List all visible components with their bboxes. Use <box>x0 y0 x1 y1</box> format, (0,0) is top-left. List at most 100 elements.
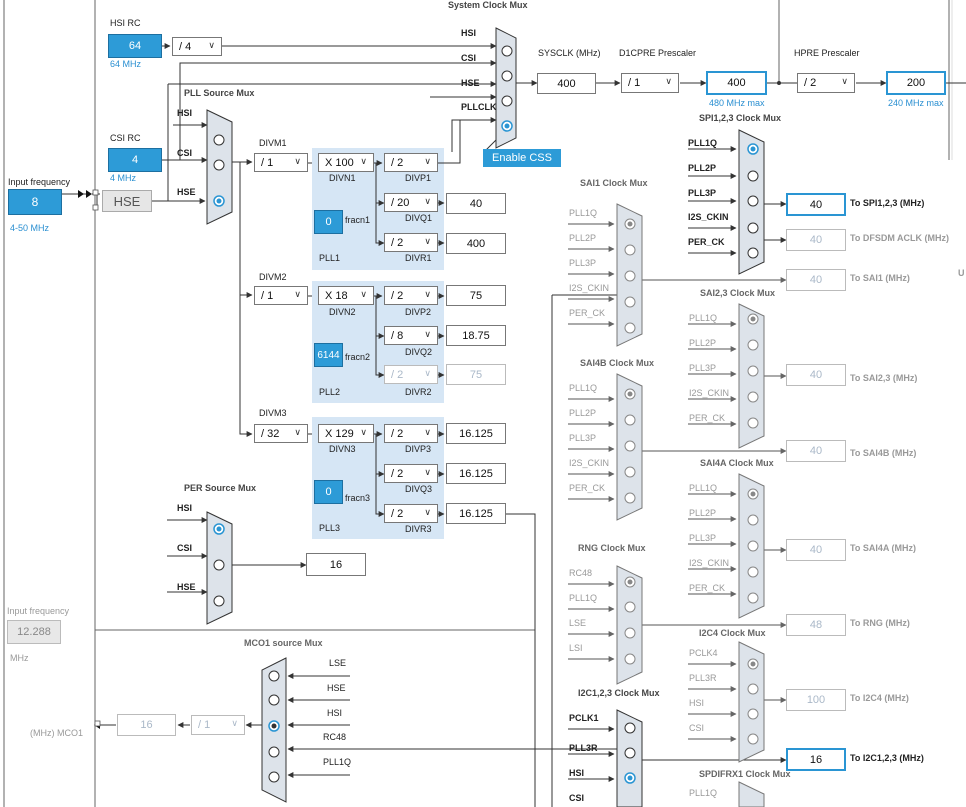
fracn3-value[interactable]: 0 <box>314 480 343 504</box>
sai4a-input-i2s-ckin: I2S_CKIN <box>689 558 730 568</box>
per-mux-input-hse: HSE <box>177 582 196 592</box>
divp3-output[interactable]: 16.125 <box>446 423 506 444</box>
hpre-div-value: / 2 <box>804 77 817 89</box>
i2c4-output-value[interactable]: 100 <box>786 689 846 711</box>
i2c123-input-csi: CSI <box>569 793 585 803</box>
sai1-input-pll1q: PLL1Q <box>569 208 598 218</box>
divq2-output[interactable]: 18.75 <box>446 325 506 346</box>
mco1-value[interactable]: 16 <box>117 714 176 736</box>
sai4b-output-label: To SAI4B (MHz) <box>850 448 917 458</box>
input-frequency2-value[interactable]: 12.288 <box>7 620 61 644</box>
hpre-dropdown[interactable]: / 2 ∨ <box>797 73 855 93</box>
d1cpre-dropdown[interactable]: / 1 ∨ <box>621 73 679 93</box>
divr1-output[interactable]: 400 <box>446 233 506 254</box>
divr2-value: / 2 <box>391 368 404 381</box>
divr1-dropdown[interactable]: / 2 ∨ <box>384 233 438 252</box>
divp1-dropdown[interactable]: / 2 ∨ <box>384 153 438 172</box>
hpre-value[interactable]: 200 <box>886 71 946 95</box>
spi-input-per-ck: PER_CK <box>688 237 725 247</box>
mco1-input-rc48: RC48 <box>323 732 347 742</box>
pll-mux-input-hse: HSE <box>177 187 196 197</box>
chevron-down-icon: ∨ <box>841 76 848 86</box>
divm2-dropdown[interactable]: / 1 ∨ <box>254 286 308 305</box>
d1cpre-label: D1CPRE Prescaler <box>619 48 697 58</box>
rng-output-value[interactable]: 48 <box>786 614 846 636</box>
sysmux-input-csi: CSI <box>461 53 477 63</box>
chevron-down-icon: ∨ <box>424 427 431 437</box>
sai23-input-per-ck: PER_CK <box>689 413 726 423</box>
sai1-output-value[interactable]: 40 <box>786 269 846 291</box>
d1cpre-div-value: / 1 <box>628 77 641 89</box>
mco1-div-dropdown[interactable]: / 1 ∨ <box>191 715 245 735</box>
per-mux-input-hsi: HSI <box>177 503 193 513</box>
divp3-label: DIVP3 <box>405 444 432 454</box>
i2c123-output-value[interactable]: 16 <box>786 748 846 771</box>
divp2-output[interactable]: 75 <box>446 285 506 306</box>
divr2-output[interactable]: 75 <box>446 364 506 385</box>
divn1-dropdown[interactable]: X 100 ∨ <box>318 153 374 172</box>
pll1-name: PLL1 <box>319 253 341 263</box>
sai4a-input-pll3p: PLL3P <box>689 533 717 543</box>
sai4b-output-value[interactable]: 40 <box>786 440 846 462</box>
divm1-dropdown[interactable]: / 1 ∨ <box>254 153 308 172</box>
divp3-dropdown[interactable]: / 2 ∨ <box>384 424 438 443</box>
sai4a-output-value[interactable]: 40 <box>786 539 846 561</box>
sai23-input-i2s-ckin: I2S_CKIN <box>689 388 730 398</box>
divq1-dropdown[interactable]: / 20 ∨ <box>384 193 438 212</box>
sai23-output-value[interactable]: 40 <box>786 364 846 386</box>
i2c123-input-hsi: HSI <box>569 768 585 778</box>
clock-tree-wires <box>3 0 966 807</box>
fracn1-value[interactable]: 0 <box>314 210 343 234</box>
sai4a-mux-title: SAI4A Clock Mux <box>700 458 774 468</box>
divm3-dropdown[interactable]: / 32 ∨ <box>254 424 308 443</box>
pll2-name: PLL2 <box>319 387 341 397</box>
sai1-input-i2s-ckin: I2S_CKIN <box>569 283 610 293</box>
divq1-output[interactable]: 40 <box>446 193 506 214</box>
hsi-div-dropdown[interactable]: / 4 ∨ <box>172 37 222 56</box>
chevron-down-icon: ∨ <box>360 289 367 299</box>
i2c4-output-label: To I2C4 (MHz) <box>850 693 909 703</box>
divm2-value: / 1 <box>261 289 274 302</box>
chevron-down-icon: ∨ <box>231 718 238 728</box>
divn3-dropdown[interactable]: X 129 ∨ <box>318 424 374 443</box>
hse-block[interactable]: HSE <box>102 190 152 212</box>
csi-rc-value[interactable]: 4 <box>108 148 162 172</box>
dfsdm-output-value[interactable]: 40 <box>786 229 846 251</box>
d1cpre-value[interactable]: 400 <box>706 71 767 95</box>
sai4b-input-pll1q: PLL1Q <box>569 383 598 393</box>
spi123-output-value[interactable]: 40 <box>786 193 846 216</box>
sai4a-output-label: To SAI4A (MHz) <box>850 543 916 553</box>
divr2-dropdown[interactable]: / 2 ∨ <box>384 365 438 384</box>
mco1-input-hsi: HSI <box>327 708 343 718</box>
mco1-input-hse: HSE <box>327 683 346 693</box>
divp2-value: / 2 <box>391 289 404 302</box>
divn2-dropdown[interactable]: X 18 ∨ <box>318 286 374 305</box>
sai4b-input-per-ck: PER_CK <box>569 483 606 493</box>
hsi-rc-title: HSI RC <box>110 18 141 28</box>
sai1-input-pll2p: PLL2P <box>569 233 597 243</box>
divn2-label: DIVN2 <box>329 307 356 317</box>
divm3-value: / 32 <box>261 427 280 440</box>
per-output[interactable]: 16 <box>306 553 366 576</box>
fracn2-value[interactable]: 6144 <box>314 343 343 367</box>
spi-input-i2s-ckin: I2S_CKIN <box>688 212 729 222</box>
sai23-mux-title: SAI2,3 Clock Mux <box>700 288 776 298</box>
rng-input-rc48: RC48 <box>569 568 593 578</box>
divp2-dropdown[interactable]: / 2 ∨ <box>384 286 438 305</box>
chevron-down-icon: ∨ <box>424 467 431 477</box>
chevron-down-icon: ∨ <box>294 289 301 299</box>
sai1-input-per-ck: PER_CK <box>569 308 606 318</box>
hsi-rc-value[interactable]: 64 <box>108 34 162 58</box>
divq3-dropdown[interactable]: / 2 ∨ <box>384 464 438 483</box>
divq3-output[interactable]: 16.125 <box>446 463 506 484</box>
chevron-down-icon: ∨ <box>424 329 431 339</box>
sysclk-value[interactable]: 400 <box>537 73 596 94</box>
divr3-dropdown[interactable]: / 2 ∨ <box>384 504 438 523</box>
divr3-output[interactable]: 16.125 <box>446 503 506 524</box>
chevron-down-icon: ∨ <box>294 427 301 437</box>
i2c4-input-csi: CSI <box>689 723 705 733</box>
input-frequency-value[interactable]: 8 <box>8 189 62 215</box>
spdifrx1-mux-title: SPDIFRX1 Clock Mux <box>699 769 791 779</box>
divq2-dropdown[interactable]: / 8 ∨ <box>384 326 438 345</box>
enable-css-button[interactable]: Enable CSS <box>483 149 561 167</box>
